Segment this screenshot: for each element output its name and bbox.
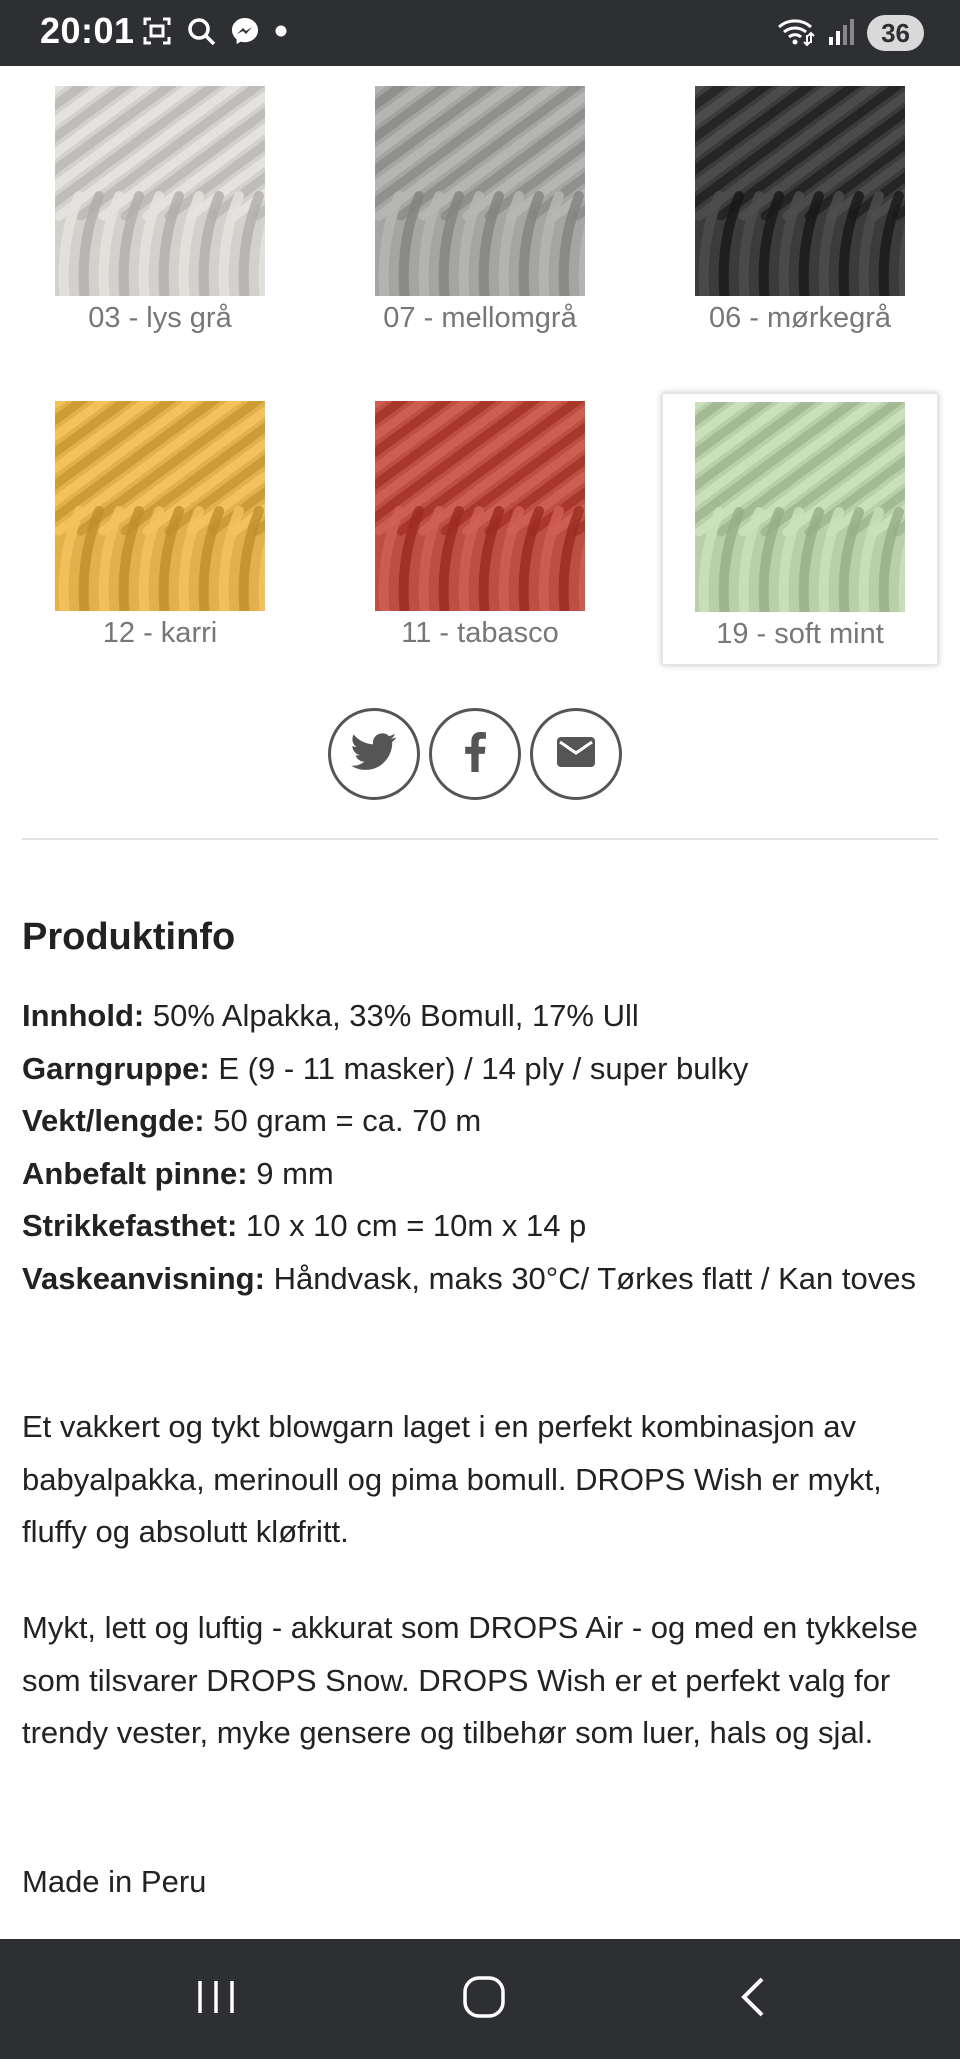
color-swatch-07[interactable]: 07 - mellomgrå [342,78,618,350]
twitter-icon [351,732,397,777]
email-icon [556,736,596,773]
swatch-label: 06 - mørkegrå [708,302,892,334]
spec-label: Innhold: [22,998,145,1033]
recent-apps-button[interactable] [156,1963,276,2035]
description-paragraph-1: Et vakkert og tykt blowgarn laget i en p… [22,1409,882,1549]
facebook-share-button[interactable] [429,708,521,800]
yarn-image [375,86,585,296]
spec-label: Anbefalt pinne: [22,1155,248,1191]
spec-label: Vekt/lengde: [22,1103,205,1138]
swatch-label: 19 - soft mint [716,618,884,650]
yarn-image [55,86,265,296]
messenger-icon [230,16,260,51]
yarn-image [375,401,585,611]
spec-anbefalt-pinne: Anbefalt pinne: 9 mm [22,1148,938,1201]
spec-value: 10 x 10 cm = 10m x 14 p [237,1208,587,1243]
color-swatch-03[interactable]: 03 - lys grå [22,78,298,350]
product-info-title: Produktinfo [22,916,236,958]
share-buttons [328,708,622,800]
screenshot-icon [142,16,172,51]
status-left-icons [142,16,288,51]
yarn-image [695,402,905,612]
home-icon [462,1975,506,2024]
yarn-image [695,86,905,296]
spec-list: Innhold: 50% Alpakka, 33% Bomull, 17% Ul… [22,990,938,1305]
spec-innhold: Innhold: 50% Alpakka, 33% Bomull, 17% Ul… [22,990,938,1043]
swatch-label: 11 - tabasco [401,617,559,649]
spec-strikkefasthet: Strikkefasthet: 10 x 10 cm = 10m x 14 p [22,1200,938,1253]
spec-vekt-lengde: Vekt/lengde: 50 gram = ca. 70 m [22,1095,938,1148]
spec-label: Strikkefasthet: [22,1208,238,1243]
spec-value: 50% Alpakka, 33% Bomull, 17% Ull [144,998,639,1033]
wifi-icon [775,15,815,52]
spec-value: 9 mm [247,1155,334,1191]
spec-garngruppe: Garngruppe: E (9 - 11 masker) / 14 ply /… [22,1043,938,1096]
divider [22,838,938,840]
spec-value: E (9 - 11 masker) / 14 ply / super bulky [209,1050,749,1086]
spec-label: Vaskeanvisning: [22,1260,265,1296]
yarn-image [55,401,265,611]
signal-icon [825,15,857,52]
color-swatch-11[interactable]: 11 - tabasco [342,393,618,665]
description-paragraph-2: Mykt, lett og luftig - akkurat som DROPS… [22,1610,918,1750]
home-button[interactable] [424,1963,544,2035]
swatch-label: 12 - karri [102,617,218,649]
spec-label: Garngruppe: [22,1050,210,1086]
color-swatch-06[interactable]: 06 - mørkegrå [662,78,938,350]
color-swatch-12[interactable]: 12 - karri [22,393,298,665]
color-swatch-19-selected[interactable]: 19 - soft mint [662,393,938,665]
recent-apps-icon [194,1977,238,2022]
swatch-label: 07 - mellomgrå [383,302,577,334]
spec-value: 50 gram = ca. 70 m [204,1103,482,1138]
back-button[interactable] [692,1963,812,2035]
swatch-label: 03 - lys grå [88,302,232,334]
status-right-icons: 36 [775,14,924,52]
dot-icon [274,24,288,43]
email-share-button[interactable] [530,708,622,800]
twitter-share-button[interactable] [328,708,420,800]
facebook-icon [463,731,487,777]
spec-vaskeanvisning: Vaskeanvisning: Håndvask, maks 30°C/ Tør… [22,1253,938,1306]
search-icon [186,16,216,51]
navigation-bar [0,1939,960,2059]
status-time: 20:01 [40,10,135,51]
status-bar: 20:01 36 [0,0,960,66]
spec-value: Håndvask, maks 30°C/ Tørkes flatt / Kan … [264,1260,916,1296]
made-in-text: Made in Peru [22,1864,207,1899]
back-icon [736,1975,768,2024]
battery-indicator: 36 [867,15,924,51]
